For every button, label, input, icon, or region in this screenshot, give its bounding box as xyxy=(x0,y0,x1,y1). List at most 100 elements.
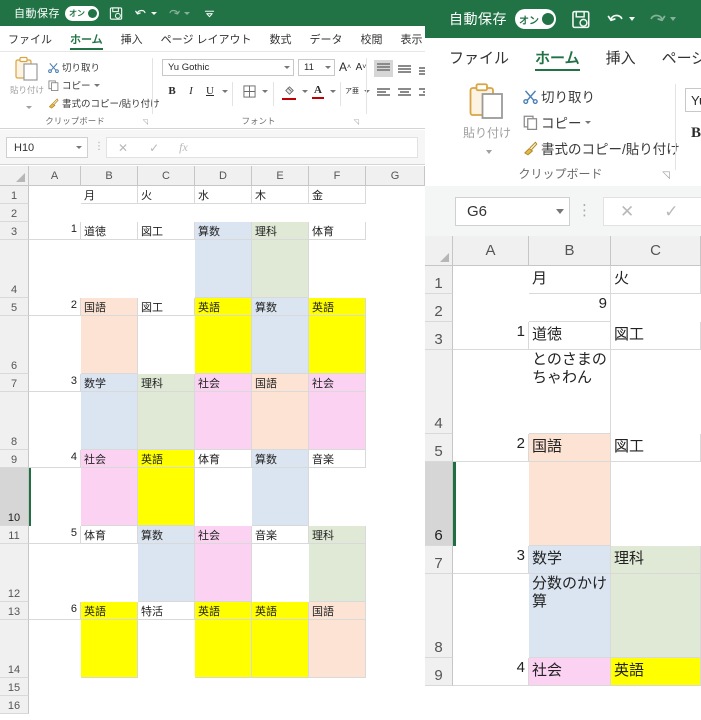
tab-home[interactable]: ホーム xyxy=(70,31,103,47)
tab-review[interactable]: 校閲 xyxy=(361,31,383,47)
cell-E13[interactable]: 英語 xyxy=(252,602,309,620)
tab-formulas[interactable]: 数式 xyxy=(270,31,292,47)
font-color-dropdown[interactable] xyxy=(326,82,336,100)
align-right-button[interactable] xyxy=(416,84,425,101)
rowhead-12[interactable]: 12 xyxy=(0,544,29,602)
cell-A3[interactable]: 1 xyxy=(29,222,81,240)
rowhead-2-right[interactable]: 2 xyxy=(425,294,453,322)
cell-E3[interactable]: 理科 xyxy=(252,222,309,240)
cell-D4[interactable] xyxy=(195,240,252,298)
colhead-A[interactable]: A xyxy=(29,166,81,186)
cell-C7[interactable]: 理科 xyxy=(611,546,701,574)
autosave-toggle-right[interactable]: オン xyxy=(515,9,556,29)
cell-D12[interactable] xyxy=(195,544,252,602)
cell-C7[interactable]: 理科 xyxy=(138,374,195,392)
cell-B7[interactable]: 数学 xyxy=(529,546,611,574)
cell-D1[interactable]: 水 xyxy=(195,186,252,204)
cell-B3[interactable]: 道徳 xyxy=(81,222,138,240)
cell-E14[interactable] xyxy=(252,620,309,678)
colhead-A-right[interactable]: A xyxy=(453,236,529,266)
cell-F14[interactable] xyxy=(309,620,366,678)
tab-insert[interactable]: 挿入 xyxy=(121,31,143,47)
cut-button[interactable]: 切り取り xyxy=(48,60,100,74)
cell-C5[interactable]: 図工 xyxy=(611,434,701,462)
cell-A7[interactable]: 3 xyxy=(453,546,529,574)
cell-A11[interactable]: 5 xyxy=(29,526,81,544)
cell-B9[interactable]: 社会 xyxy=(81,450,138,468)
cell-E6[interactable] xyxy=(252,316,309,374)
cell-B1[interactable]: 月 xyxy=(529,266,611,294)
tab-home-right[interactable]: ホーム xyxy=(535,47,580,68)
tab-data[interactable]: データ xyxy=(310,31,343,47)
rowhead-9-right[interactable]: 9 xyxy=(425,658,453,686)
rowhead-11[interactable]: 11 xyxy=(0,526,29,544)
underline-button[interactable]: U xyxy=(202,82,218,100)
colhead-C[interactable]: C xyxy=(138,166,195,186)
fill-color-dropdown[interactable] xyxy=(298,82,308,100)
undo-icon-right[interactable] xyxy=(606,9,635,29)
increase-font-size-button[interactable]: A ˄ xyxy=(337,58,353,76)
cell-C1[interactable]: 火 xyxy=(611,266,701,294)
phonetic-guide-button[interactable]: ア亜 xyxy=(344,82,360,100)
rowhead-10[interactable]: 10 xyxy=(0,468,29,526)
rowhead-13[interactable]: 13 xyxy=(0,602,29,620)
cell-F7[interactable]: 社会 xyxy=(309,374,366,392)
rowhead-15[interactable]: 15 xyxy=(0,678,29,696)
cell-C3[interactable]: 図工 xyxy=(611,322,701,350)
colhead-B-right[interactable]: B xyxy=(529,236,611,266)
save-icon-right[interactable] xyxy=(571,9,592,30)
rowhead-1[interactable]: 1 xyxy=(0,186,29,204)
cell-E11[interactable]: 音楽 xyxy=(252,526,309,544)
redo-icon[interactable] xyxy=(167,6,190,20)
rowhead-8-right[interactable]: 8 xyxy=(425,574,453,658)
rowhead-9[interactable]: 9 xyxy=(0,450,29,468)
paste-button[interactable]: 貼り付け xyxy=(6,56,48,114)
cell-B8[interactable] xyxy=(81,392,138,450)
font-family-input-right[interactable]: Yu xyxy=(685,88,701,112)
rowhead-3[interactable]: 3 xyxy=(0,222,29,240)
cell-C1[interactable]: 火 xyxy=(138,186,195,204)
cell-B3[interactable]: 道徳 xyxy=(529,322,611,350)
cell-F12[interactable] xyxy=(309,544,366,602)
cell-B6[interactable] xyxy=(81,316,138,374)
cell-A5[interactable]: 2 xyxy=(453,434,529,462)
cell-E4[interactable] xyxy=(252,240,309,298)
paste-button-right[interactable]: 貼り付け xyxy=(455,82,519,159)
tab-file[interactable]: ファイル xyxy=(8,31,52,47)
cell-B6[interactable] xyxy=(529,462,611,546)
cell-A5[interactable]: 2 xyxy=(29,298,81,316)
format-painter-button[interactable]: 書式のコピー/貼り付け xyxy=(48,96,160,110)
align-bottom-button[interactable] xyxy=(416,60,425,77)
bold-button-right[interactable]: B xyxy=(687,122,701,144)
cell-A7[interactable]: 3 xyxy=(29,374,81,392)
cell-F5[interactable]: 英語 xyxy=(309,298,366,316)
rowhead-7[interactable]: 7 xyxy=(0,374,29,392)
save-icon[interactable] xyxy=(109,6,124,21)
cell-E5[interactable]: 算数 xyxy=(252,298,309,316)
cell-B13[interactable]: 英語 xyxy=(81,602,138,620)
cell-D3[interactable]: 算数 xyxy=(195,222,252,240)
name-box-right[interactable]: G6 xyxy=(455,197,570,226)
cell-A3[interactable]: 1 xyxy=(453,322,529,350)
cell-B9[interactable]: 社会 xyxy=(529,658,611,686)
rowhead-5-right[interactable]: 5 xyxy=(425,434,453,462)
copy-button-right[interactable]: コピー xyxy=(523,112,591,132)
select-all-corner-right[interactable] xyxy=(425,236,453,266)
cell-C8[interactable] xyxy=(611,574,701,658)
cell-C13[interactable]: 特活 xyxy=(138,602,195,620)
cancel-entry-icon[interactable]: ✕ xyxy=(118,141,128,155)
rowhead-8[interactable]: 8 xyxy=(0,392,29,450)
confirm-entry-icon[interactable]: ✓ xyxy=(149,141,159,155)
cell-A13[interactable]: 6 xyxy=(29,602,81,620)
cell-D8[interactable] xyxy=(195,392,252,450)
fill-color-button[interactable] xyxy=(280,81,298,101)
tab-insert-right[interactable]: 挿入 xyxy=(606,47,636,68)
phonetic-guide-dropdown[interactable] xyxy=(360,82,370,100)
cell-F13[interactable]: 国語 xyxy=(309,602,366,620)
qat-more-icon[interactable] xyxy=(204,8,215,19)
cell-B10[interactable] xyxy=(81,468,138,526)
cell-F9[interactable]: 音楽 xyxy=(309,450,366,468)
clipboard-dialog-launcher-right[interactable]: ◹ xyxy=(662,170,670,181)
cell-B11[interactable]: 体育 xyxy=(81,526,138,544)
align-center-button[interactable] xyxy=(395,84,414,101)
